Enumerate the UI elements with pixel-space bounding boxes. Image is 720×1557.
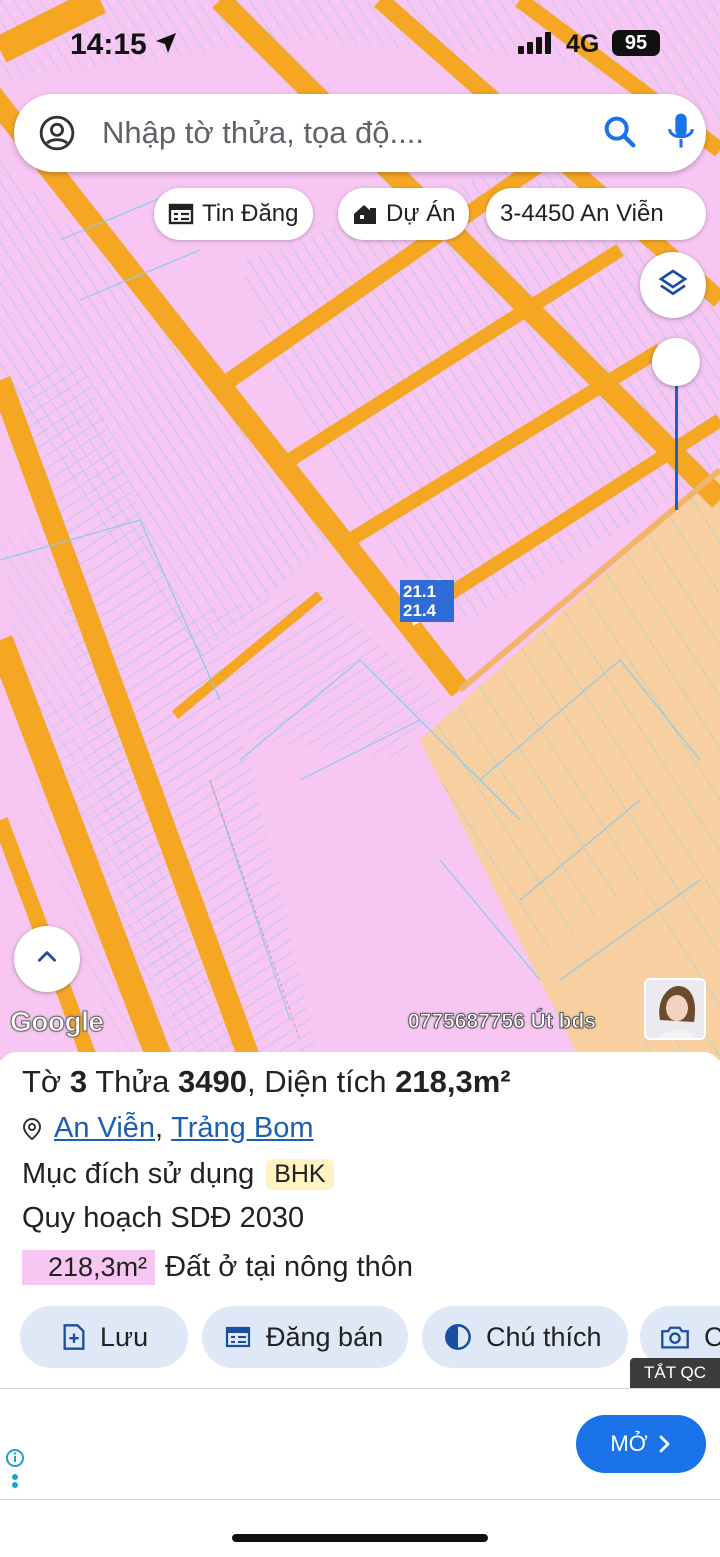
network-type: 4G [566,30,600,58]
parcel-label-1: 21.1 [403,582,437,601]
chip-listings[interactable]: Tin Đăng [154,188,313,240]
plan-area-row: 218,3m² Đất ở tại nông thôn [22,1250,413,1285]
purpose-label: Mục đích sử dụng [22,1158,255,1190]
expand-panel-button[interactable] [14,926,80,992]
listing-icon [224,1325,252,1349]
avatar [644,978,706,1040]
listing-icon [168,202,194,226]
chevron-right-icon [658,1434,672,1454]
project-icon [352,202,378,226]
location-separator: , [155,1112,164,1144]
chip-parcel-location-label: 3-4450 An Viễn [500,200,664,227]
save-icon [62,1323,86,1351]
app-screen: 21.1 21.4 14:15 4G 95 Tin Đăng [0,0,720,1557]
district-link[interactable]: Trảng Bom [171,1112,313,1145]
layers-icon [657,267,689,304]
opacity-slider-handle[interactable] [652,338,700,386]
status-time: 14:15 [70,28,147,61]
search-input[interactable] [102,94,582,172]
parcel-area: 218,3m² [395,1064,511,1099]
signal-icon [518,32,551,54]
legend-label: Chú thích [486,1321,602,1352]
search-icon[interactable] [600,112,640,157]
chip-listings-label: Tin Đăng [202,200,299,227]
post-sale-button[interactable]: Đăng bán [202,1306,408,1368]
title-prefix: Tờ [22,1064,62,1099]
open-ad-label: MỞ [610,1431,648,1456]
close-ad-button[interactable]: TẮT QC [630,1358,720,1388]
parcel-number: 3490 [178,1064,247,1099]
ad-banner[interactable]: MỞ [0,1388,720,1500]
location-pin-icon [22,1117,42,1141]
land-use-purpose: Mục đích sử dụng BHK [22,1158,334,1191]
plan-area: 218,3m² [22,1250,156,1285]
parcel-info-panel: Tờ 3 Thửa 3490, Diện tích 218,3m² An Viễ… [0,1052,720,1392]
watermark-text: 0775687756 Út bds [408,1010,597,1034]
parcel-location: An Viễn, Trảng Bom [22,1112,313,1145]
area-label: , Diện tích [246,1064,387,1099]
save-button[interactable]: Lưu [20,1306,188,1368]
layers-button[interactable] [640,252,706,318]
status-bar: 14:15 4G 95 [0,0,720,88]
location-arrow-icon [154,31,178,60]
post-sale-label: Đăng bán [266,1321,384,1352]
parcel-title: Tờ 3 Thửa 3490, Diện tích 218,3m² [22,1064,511,1100]
save-label: Lưu [100,1321,149,1352]
contrast-icon [444,1323,472,1351]
camera-label: C [704,1321,720,1352]
plan-land-type: Đất ở tại nông thôn [165,1251,414,1283]
search-bar[interactable] [14,94,706,172]
chip-projects[interactable]: Dự Án [338,188,470,240]
parcel-word: Thửa [95,1064,170,1099]
home-indicator[interactable] [232,1534,488,1542]
chip-projects-label: Dự Án [386,200,456,227]
google-logo: Google [9,1006,104,1038]
battery-icon: 95 [612,30,660,56]
account-icon[interactable] [38,114,76,157]
chip-parcel-location[interactable]: 3-4450 An Viễn [486,188,706,240]
camera-icon [660,1323,690,1351]
open-ad-button[interactable]: MỞ [576,1415,706,1473]
purpose-code-badge: BHK [266,1159,334,1190]
sheet-number: 3 [69,1064,88,1099]
ward-link[interactable]: An Viễn [54,1112,155,1145]
mic-icon[interactable] [664,110,698,159]
plan-label: Quy hoạch SDĐ 2030 [22,1202,305,1234]
info-icon[interactable] [4,1447,26,1496]
parcel-label-2: 21.4 [403,601,437,620]
legend-button[interactable]: Chú thích [422,1306,628,1368]
chevron-up-icon [34,944,60,975]
parcel-label[interactable]: 21.1 21.4 [400,580,454,622]
